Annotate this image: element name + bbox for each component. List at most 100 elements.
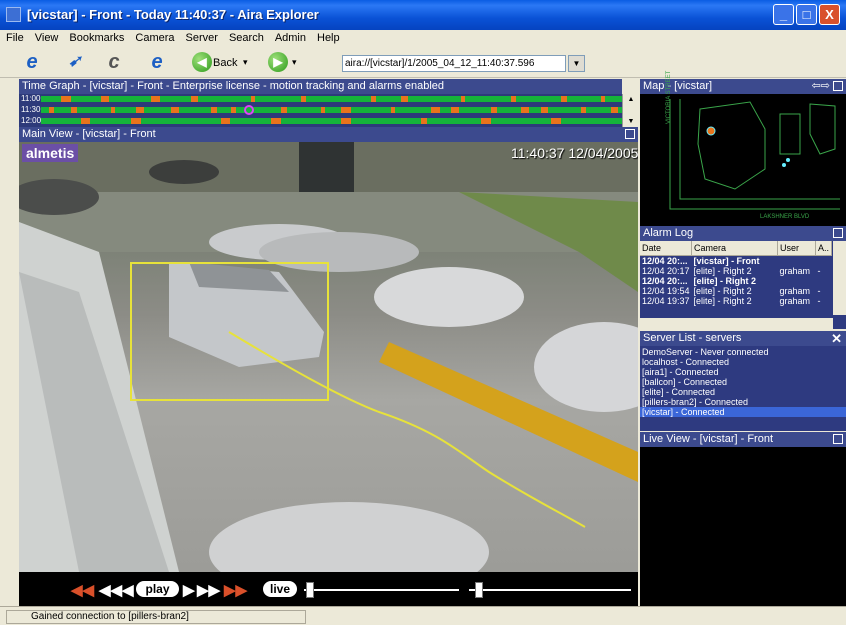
rewind-icon[interactable]: ◀◀	[99, 581, 122, 599]
server-list[interactable]: DemoServer - Never connected localhost -…	[640, 346, 846, 431]
camera-icon[interactable]: ➹	[63, 51, 87, 73]
motion-segment[interactable]	[391, 107, 395, 113]
table-row[interactable]: 12/04 20:... [vicstar] - Front	[640, 255, 832, 266]
menu-bookmarks[interactable]: Bookmarks	[63, 30, 129, 44]
live-view[interactable]	[640, 447, 846, 606]
motion-segment[interactable]	[341, 107, 351, 113]
alarm-table[interactable]: Date Camera User A.. 12/04 20:... [vicsta…	[640, 241, 833, 306]
restore-icon[interactable]	[833, 228, 843, 238]
title-bar[interactable]: [vicstar] - Front - Today 11:40:37 - Air…	[0, 0, 846, 30]
restore-icon[interactable]	[833, 81, 843, 91]
list-item[interactable]: [elite] - Connected	[640, 387, 846, 397]
list-item[interactable]: localhost - Connected	[640, 357, 846, 367]
address-input[interactable]: aira://[vicstar]/1/2005_04_12_11:40:37.5…	[342, 55, 566, 72]
maximize-button[interactable]: □	[796, 4, 817, 25]
address-dropdown-icon[interactable]: ▼	[568, 55, 585, 72]
motion-segment[interactable]	[211, 107, 217, 113]
position-slider-track[interactable]	[469, 589, 631, 591]
motion-segment[interactable]	[451, 107, 459, 113]
motion-segment[interactable]	[136, 107, 144, 113]
alarm-log[interactable]: Date Camera User A.. 12/04 20:... [vicsta…	[640, 241, 846, 329]
timeline-bar[interactable]	[41, 118, 622, 124]
list-item-selected[interactable]: [vicstar] - Connected	[640, 407, 846, 417]
table-row[interactable]: 12/04 20:17 [elite] - Right 2 graham -	[640, 266, 832, 276]
motion-segment[interactable]	[231, 107, 236, 113]
back-dropdown-icon[interactable]: ▾	[243, 57, 248, 68]
time-graph-row[interactable]: 12:00	[19, 116, 622, 126]
motion-segment[interactable]	[221, 118, 230, 124]
motion-segment[interactable]	[151, 96, 160, 102]
restore-icon[interactable]	[625, 129, 635, 139]
minimize-button[interactable]: _	[773, 4, 794, 25]
motion-segment[interactable]	[401, 96, 408, 102]
table-row[interactable]: 12/04 20:... [elite] - Right 2	[640, 276, 832, 286]
list-item[interactable]: [pillers-bran2] - Connected	[640, 397, 846, 407]
column-header-user[interactable]: User	[777, 241, 816, 256]
alarm-log-vscrollbar[interactable]	[833, 241, 846, 315]
time-graph-scrollbar[interactable]: ▲ ▼	[622, 94, 638, 127]
forward-dropdown-icon[interactable]: ▾	[292, 57, 297, 68]
list-item[interactable]: [ballcon] - Connected	[640, 377, 846, 387]
menu-file[interactable]: File	[0, 30, 29, 44]
step-forward-icon[interactable]: ▶	[183, 581, 195, 599]
curve-icon[interactable]: c	[102, 51, 126, 73]
app-icon[interactable]	[6, 7, 21, 22]
play-button[interactable]: play	[136, 581, 179, 597]
step-back-icon[interactable]: ◀	[122, 581, 134, 599]
time-graph-row[interactable]: 11:30	[19, 105, 622, 115]
timeline-bar[interactable]	[41, 96, 622, 102]
refresh-icon[interactable]: e	[145, 51, 169, 73]
time-graph-row[interactable]: 11:00	[19, 94, 622, 104]
motion-segment[interactable]	[61, 96, 71, 102]
camera-video[interactable]: almetis 11:40:37 12/04/2005	[19, 142, 638, 572]
live-button[interactable]: live	[263, 581, 297, 597]
menu-view[interactable]: View	[29, 30, 64, 44]
motion-segment[interactable]	[421, 118, 427, 124]
list-item[interactable]: [aira1] - Connected	[640, 367, 846, 377]
menu-search[interactable]: Search	[223, 30, 269, 44]
rewind-fast-icon[interactable]: ◀◀	[71, 581, 94, 599]
motion-segment[interactable]	[561, 96, 567, 102]
column-header-date[interactable]: Date	[640, 241, 693, 256]
speed-slider-track[interactable]	[304, 589, 459, 591]
motion-segment[interactable]	[49, 107, 54, 113]
motion-segment[interactable]	[491, 107, 497, 113]
menu-admin[interactable]: Admin	[269, 30, 311, 44]
menu-help[interactable]: Help	[311, 30, 345, 44]
table-row[interactable]: 12/04 19:54 [elite] - Right 2 graham -	[640, 286, 832, 296]
motion-segment[interactable]	[461, 96, 465, 102]
alarm-log-hscrollbar[interactable]	[640, 318, 833, 329]
motion-segment[interactable]	[171, 107, 179, 113]
motion-segment[interactable]	[71, 107, 77, 113]
speed-slider-knob[interactable]	[306, 582, 314, 598]
motion-segment[interactable]	[341, 118, 351, 124]
motion-segment[interactable]	[611, 107, 618, 113]
motion-segment[interactable]	[281, 107, 287, 113]
map-nav-arrows-icon[interactable]: ⇦⇨	[812, 79, 830, 94]
motion-segment[interactable]	[131, 118, 141, 124]
motion-segment[interactable]	[111, 107, 115, 113]
motion-segment[interactable]	[581, 107, 586, 113]
timeline-bar[interactable]	[41, 107, 622, 113]
motion-segment[interactable]	[521, 107, 529, 113]
timeline-cursor[interactable]	[244, 105, 254, 115]
table-row[interactable]: 12/04 19:37 [elite] - Right 2 graham -	[640, 296, 832, 306]
site-map[interactable]: VICTORIA STREET LAKSHNER BLVD	[640, 71, 846, 226]
motion-segment[interactable]	[601, 96, 605, 102]
motion-segment[interactable]	[551, 118, 561, 124]
close-icon[interactable]: ✕	[831, 331, 842, 346]
list-item[interactable]: DemoServer - Never connected	[640, 347, 846, 357]
back-button-label[interactable]: Back	[213, 57, 237, 69]
back-arrow-icon[interactable]: ◀	[192, 52, 212, 72]
motion-segment[interactable]	[81, 118, 90, 124]
menu-camera[interactable]: Camera	[129, 30, 179, 44]
motion-segment[interactable]	[301, 96, 306, 102]
scroll-down-icon[interactable]: ▼	[623, 116, 639, 127]
column-header-camera[interactable]: Camera	[691, 241, 778, 256]
close-button[interactable]: X	[819, 4, 840, 25]
motion-segment[interactable]	[101, 96, 109, 102]
motion-segment[interactable]	[541, 107, 548, 113]
forward-arrow-icon[interactable]: ▶	[268, 52, 288, 72]
time-graph[interactable]: 11:00 11:30 12:00	[19, 94, 622, 127]
motion-segment[interactable]	[481, 118, 491, 124]
